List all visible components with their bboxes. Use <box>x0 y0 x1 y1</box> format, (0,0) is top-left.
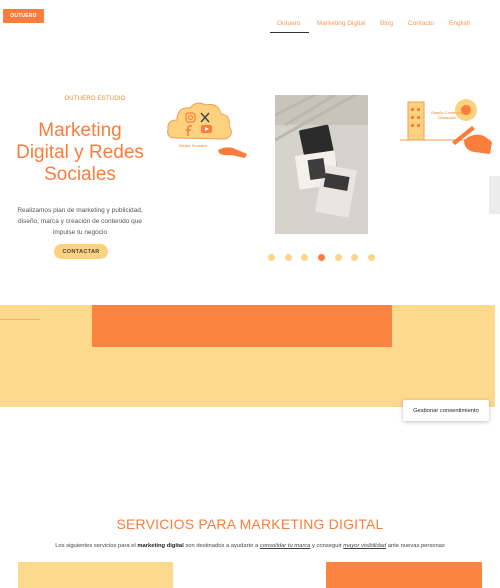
manage-consent-button[interactable]: Gestionar consentimiento <box>403 400 489 421</box>
cloud-icon <box>167 102 232 140</box>
hand-icon <box>218 147 247 158</box>
carousel-dot[interactable] <box>368 254 375 261</box>
services-sub-text: Los siguientes servicios para el <box>55 543 138 549</box>
carousel-dot[interactable] <box>351 254 358 261</box>
right-illustration-caption: Diseño Creativo y Desarrollo <box>431 110 463 120</box>
nav-item-blog[interactable]: Blog <box>380 20 393 27</box>
social-cloud-illustration <box>167 102 247 158</box>
hero-title-line: Marketing <box>38 120 122 141</box>
site-logo[interactable]: OUTUERO <box>3 9 44 23</box>
services-sub-text: y conseguir <box>310 543 344 549</box>
carousel-dot[interactable] <box>335 254 342 261</box>
photo-image <box>275 95 368 234</box>
youtube-icon <box>201 125 212 133</box>
hero-title-line: Digital y Redes <box>16 142 144 163</box>
hero-eyebrow: OUTUERO ESTUDIO <box>64 96 126 102</box>
carousel-dot[interactable] <box>301 254 308 261</box>
nav-item-contacto[interactable]: Contacto <box>408 20 434 27</box>
hero-title-line: Sociales <box>44 164 116 185</box>
feature-band-highlight <box>92 305 392 347</box>
hero-title: Marketing Digital y Redes Sociales <box>5 120 155 186</box>
nav-active-underline <box>270 32 309 33</box>
carousel-dot[interactable] <box>285 254 292 261</box>
hero-desc-line: diseño, marca y creación de contenido qu… <box>18 218 142 225</box>
services-sub-text: son destinados a ayudarte a <box>183 543 260 549</box>
side-scroll-tab[interactable] <box>489 176 500 214</box>
service-card[interactable] <box>18 562 173 588</box>
visibility-link[interactable]: mayor visibilidad <box>343 543 386 549</box>
services-title: SERVICIOS PARA MARKETING DIGITAL <box>116 516 384 532</box>
services-sub-text: ante nuevas personas <box>386 543 445 549</box>
creative-design-illustration <box>400 99 492 154</box>
consolidate-brand-link[interactable]: consolidar tu marca <box>260 543 311 549</box>
left-illustration-caption: Redes Sociales <box>179 143 207 148</box>
carousel-photo[interactable] <box>275 95 368 234</box>
hand-icon <box>464 134 492 154</box>
nav-item-marketing-digital[interactable]: Marketing Digital <box>317 20 365 27</box>
services-sub-bold: marketing digital <box>137 543 184 549</box>
band-divider <box>0 319 40 320</box>
hero-desc-line: Realizamos plan de marketing y publicida… <box>17 207 143 214</box>
hero-description: Realizamos plan de marketing y publicida… <box>5 205 155 238</box>
service-card[interactable] <box>326 562 482 588</box>
nav-item-outuero[interactable]: Outuero <box>277 20 301 27</box>
services-subtitle: Los siguientes servicios para el marketi… <box>0 543 500 549</box>
contact-button[interactable]: CONTACTAR <box>54 244 108 259</box>
carousel-dot-active[interactable] <box>318 254 325 261</box>
hero-desc-line: impulse tu negocio <box>52 229 108 236</box>
carousel-dot[interactable] <box>268 254 275 261</box>
nav-item-english[interactable]: English <box>449 20 470 27</box>
